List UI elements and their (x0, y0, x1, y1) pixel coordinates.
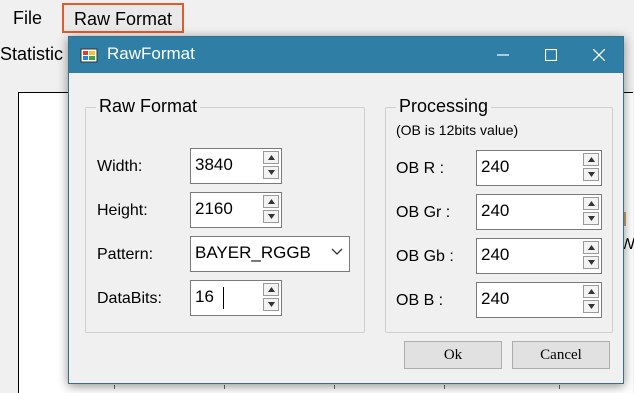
spin-up-button[interactable] (263, 151, 279, 164)
spin-up-button[interactable] (583, 197, 599, 210)
arrow-up-icon (588, 289, 595, 294)
spin-up-button[interactable] (583, 285, 599, 298)
spin-down-button[interactable] (583, 300, 599, 313)
height-label: Height: (97, 202, 148, 219)
height-value[interactable]: 2160 (195, 199, 233, 219)
ob-gb-label: OB Gb : (396, 248, 454, 265)
dialog-client: Raw Format Width: 3840 Height: 2160 Patt… (69, 73, 623, 383)
rawformat-dialog: RawFormat Raw Format Width: 3840 Height: (68, 36, 624, 384)
width-label: Width: (97, 158, 143, 175)
ob-gr-spin-arrows (583, 197, 599, 225)
databits-spin-arrows (263, 283, 279, 311)
background-tick (334, 385, 335, 389)
pattern-value: BAYER_RGGB (195, 243, 311, 262)
arrow-down-icon (268, 302, 275, 307)
spin-down-button[interactable] (263, 166, 279, 179)
raw-format-group-title: Raw Format (96, 96, 201, 117)
dialog-title: RawFormat (107, 44, 195, 63)
ok-button[interactable]: Ok (404, 341, 502, 369)
ob-gb-spin-arrows (583, 241, 599, 269)
spin-up-button[interactable] (263, 195, 279, 208)
arrow-up-icon (268, 199, 275, 204)
spin-up-button[interactable] (263, 283, 279, 296)
databits-value[interactable]: 16 (195, 287, 214, 307)
background-fragment (624, 212, 632, 226)
menu-file[interactable]: File (3, 4, 52, 32)
ob-b-label: OB B : (396, 292, 444, 309)
spin-down-button[interactable] (583, 212, 599, 225)
width-spinner[interactable]: 3840 (190, 148, 282, 184)
app-icon (80, 48, 98, 63)
arrow-down-icon (588, 260, 595, 265)
width-value[interactable]: 3840 (195, 155, 233, 175)
arrow-up-icon (268, 287, 275, 292)
databits-label: DataBits: (97, 290, 162, 307)
ob-r-spinner[interactable]: 240 (476, 150, 602, 186)
raw-format-group: Raw Format Width: 3840 Height: 2160 Patt… (85, 96, 365, 333)
arrow-down-icon (588, 172, 595, 177)
menu-bar: File Raw Format (0, 0, 634, 36)
spin-down-button[interactable] (583, 168, 599, 181)
close-button[interactable] (575, 37, 623, 73)
ob-r-value[interactable]: 240 (481, 157, 509, 177)
ob-gr-value[interactable]: 240 (481, 201, 509, 221)
close-icon (592, 48, 606, 62)
minimize-button[interactable] (479, 37, 527, 73)
ob-gr-label: OB Gr : (396, 204, 451, 221)
dialog-titlebar[interactable]: RawFormat (69, 37, 623, 73)
processing-note: (OB is 12bits value) (396, 122, 519, 138)
spin-up-button[interactable] (583, 241, 599, 254)
maximize-icon (544, 48, 558, 62)
processing-group: Processing (OB is 12bits value) OB R : 2… (385, 96, 613, 333)
arrow-up-icon (268, 155, 275, 160)
processing-group-title: Processing (396, 96, 492, 117)
databits-spinner[interactable]: 16 (190, 280, 282, 316)
arrow-down-icon (268, 214, 275, 219)
minimize-icon (497, 54, 509, 56)
ob-gb-spinner[interactable]: 240 (476, 238, 602, 274)
height-spin-arrows (263, 195, 279, 223)
background-tick (224, 385, 225, 389)
arrow-down-icon (588, 216, 595, 221)
pattern-label: Pattern: (97, 246, 154, 263)
chevron-down-icon (331, 248, 343, 255)
arrow-down-icon (268, 170, 275, 175)
spin-down-button[interactable] (263, 210, 279, 223)
pattern-select[interactable]: BAYER_RGGB (190, 236, 350, 272)
background-tick (444, 385, 445, 389)
statistic-label: Statistic (0, 44, 64, 64)
maximize-button[interactable] (527, 37, 575, 73)
ob-b-spin-arrows (583, 285, 599, 313)
text-caret (223, 287, 224, 309)
spin-down-button[interactable] (263, 298, 279, 311)
cancel-button[interactable]: Cancel (512, 341, 610, 369)
background-tick (559, 385, 560, 389)
arrow-up-icon (588, 201, 595, 206)
spin-down-button[interactable] (583, 256, 599, 269)
arrow-up-icon (588, 245, 595, 250)
ob-b-value[interactable]: 240 (481, 289, 509, 309)
height-spinner[interactable]: 2160 (190, 192, 282, 228)
arrow-up-icon (588, 157, 595, 162)
ob-r-spin-arrows (583, 153, 599, 181)
arrow-down-icon (588, 304, 595, 309)
ob-gb-value[interactable]: 240 (481, 245, 509, 265)
ob-gr-spinner[interactable]: 240 (476, 194, 602, 230)
background-tick (114, 385, 115, 389)
spin-up-button[interactable] (583, 153, 599, 166)
width-spin-arrows (263, 151, 279, 179)
menu-raw-format[interactable]: Raw Format (62, 3, 185, 33)
ob-r-label: OB R : (396, 160, 445, 177)
ob-b-spinner[interactable]: 240 (476, 282, 602, 318)
